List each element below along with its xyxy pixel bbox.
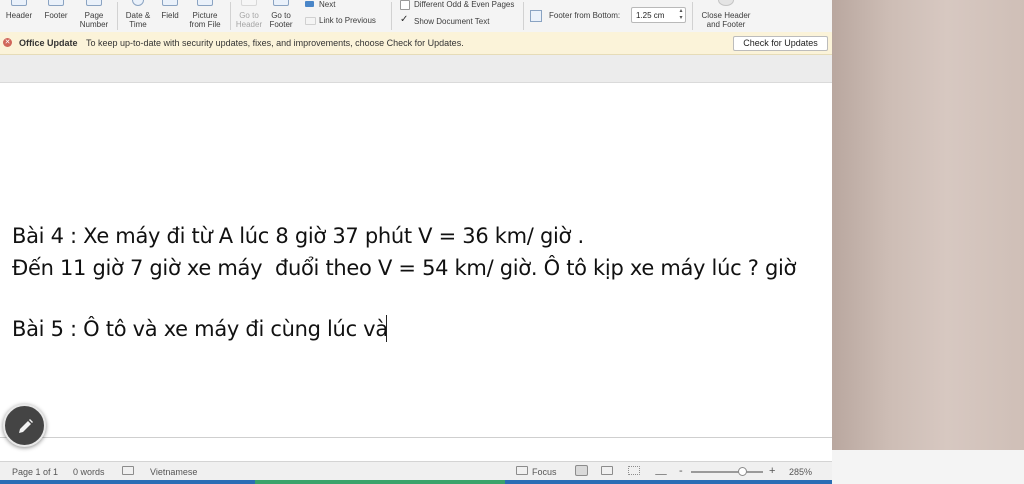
draft-view-icon[interactable]	[655, 466, 667, 475]
status-bar: Page 1 of 1 0 words Vietnamese Focus - +…	[0, 461, 832, 480]
picture-icon	[197, 0, 213, 6]
taskbar-strip-accent	[255, 480, 505, 484]
page-number-icon	[86, 0, 102, 6]
update-message: To keep up-to-date with security updates…	[86, 38, 464, 48]
page-count[interactable]: Page 1 of 1	[12, 467, 58, 477]
link-icon	[305, 17, 316, 25]
date-time-button[interactable]: Date & Time	[121, 0, 155, 31]
picture-from-file-label: Picture from File	[189, 11, 221, 29]
word-window: Header Footer Page Number Date & Time Fiel…	[0, 0, 832, 480]
edit-button[interactable]	[3, 404, 46, 447]
ribbon-header-footer: Header Footer Page Number Date & Time Fiel…	[0, 0, 832, 33]
next-arrow-icon	[305, 1, 314, 7]
close-icon	[718, 0, 734, 6]
update-title: Office Update	[19, 38, 78, 48]
page-number-button[interactable]: Page Number	[76, 0, 112, 31]
show-document-text-checkbox[interactable]: ✓	[400, 14, 408, 25]
footer-position-icon	[530, 10, 542, 22]
text-cursor	[386, 315, 387, 342]
footer-from-bottom-label: Footer from Bottom:	[549, 11, 621, 20]
header-icon	[11, 0, 27, 6]
ribbon-divider	[391, 2, 392, 30]
different-odd-even-checkbox[interactable]	[400, 0, 410, 10]
document-line[interactable]: Đến 11 giờ 7 giờ xe máy đuổi theo V = 54…	[12, 256, 796, 280]
close-circle-icon[interactable]: ✕	[3, 38, 12, 47]
link-to-previous-label: Link to Previous	[319, 16, 376, 25]
picture-from-file-button[interactable]: Picture from File	[185, 0, 225, 31]
document-top-margin	[0, 55, 832, 83]
header-button[interactable]: Header	[2, 0, 36, 31]
different-odd-even-label: Different Odd & Even Pages	[414, 0, 515, 9]
page-number-label: Page Number	[79, 11, 109, 29]
ribbon-divider	[523, 2, 524, 30]
pencil-icon	[19, 419, 33, 433]
web-layout-view-icon[interactable]	[601, 466, 613, 475]
field-label: Field	[161, 11, 179, 20]
desktop-background	[832, 0, 1024, 484]
close-header-footer-button[interactable]: Close Header and Footer	[697, 0, 755, 31]
check-for-updates-button[interactable]: Check for Updates	[733, 36, 828, 51]
zoom-level[interactable]: 285%	[789, 467, 812, 477]
zoom-slider[interactable]	[691, 471, 763, 473]
desktop-dock-strip	[832, 450, 1024, 484]
office-update-bar: ✕ Office Update To keep up-to-date with …	[0, 32, 832, 55]
document-line[interactable]: Bài 4 : Xe máy đi từ A lúc 8 giờ 37 phút…	[12, 224, 584, 248]
proofing-icon[interactable]	[122, 466, 134, 475]
show-document-text-label: Show Document Text	[414, 17, 490, 26]
go-to-header-button[interactable]: Go to Header	[234, 0, 264, 31]
date-time-label: Date & Time	[125, 11, 151, 29]
language-indicator[interactable]: Vietnamese	[150, 467, 197, 477]
document-line[interactable]: Bài 5 : Ô tô và xe máy đi cùng lúc và	[12, 317, 388, 341]
clock-icon	[132, 0, 144, 6]
ribbon-divider	[230, 2, 231, 30]
print-layout-view-icon[interactable]	[575, 465, 588, 476]
focus-icon[interactable]	[516, 466, 528, 475]
footer-button-label: Footer	[44, 11, 68, 20]
zoom-out-button[interactable]: -	[679, 465, 683, 477]
next-label: Next	[319, 0, 336, 9]
footer-icon	[48, 0, 64, 6]
go-to-header-icon	[241, 0, 257, 6]
header-button-label: Header	[5, 11, 33, 20]
footer-button[interactable]: Footer	[40, 0, 72, 31]
focus-button[interactable]: Focus	[532, 467, 557, 477]
go-to-header-label: Go to Header	[235, 11, 263, 29]
field-button[interactable]: Field	[157, 0, 183, 31]
footer-boundary	[0, 437, 832, 438]
go-to-footer-label: Go to Footer	[269, 11, 293, 29]
outline-view-icon[interactable]	[628, 466, 640, 475]
go-to-footer-icon	[273, 0, 289, 6]
field-icon	[162, 0, 178, 6]
ribbon-divider	[692, 2, 693, 30]
close-header-footer-label: Close Header and Footer	[701, 11, 751, 29]
word-count[interactable]: 0 words	[73, 467, 105, 477]
zoom-in-button[interactable]: +	[769, 465, 775, 477]
footer-from-bottom-stepper[interactable]: ▴ ▾	[677, 8, 685, 22]
zoom-slider-thumb[interactable]	[738, 467, 748, 476]
ribbon-divider	[117, 2, 118, 30]
go-to-footer-button[interactable]: Go to Footer	[266, 0, 296, 31]
